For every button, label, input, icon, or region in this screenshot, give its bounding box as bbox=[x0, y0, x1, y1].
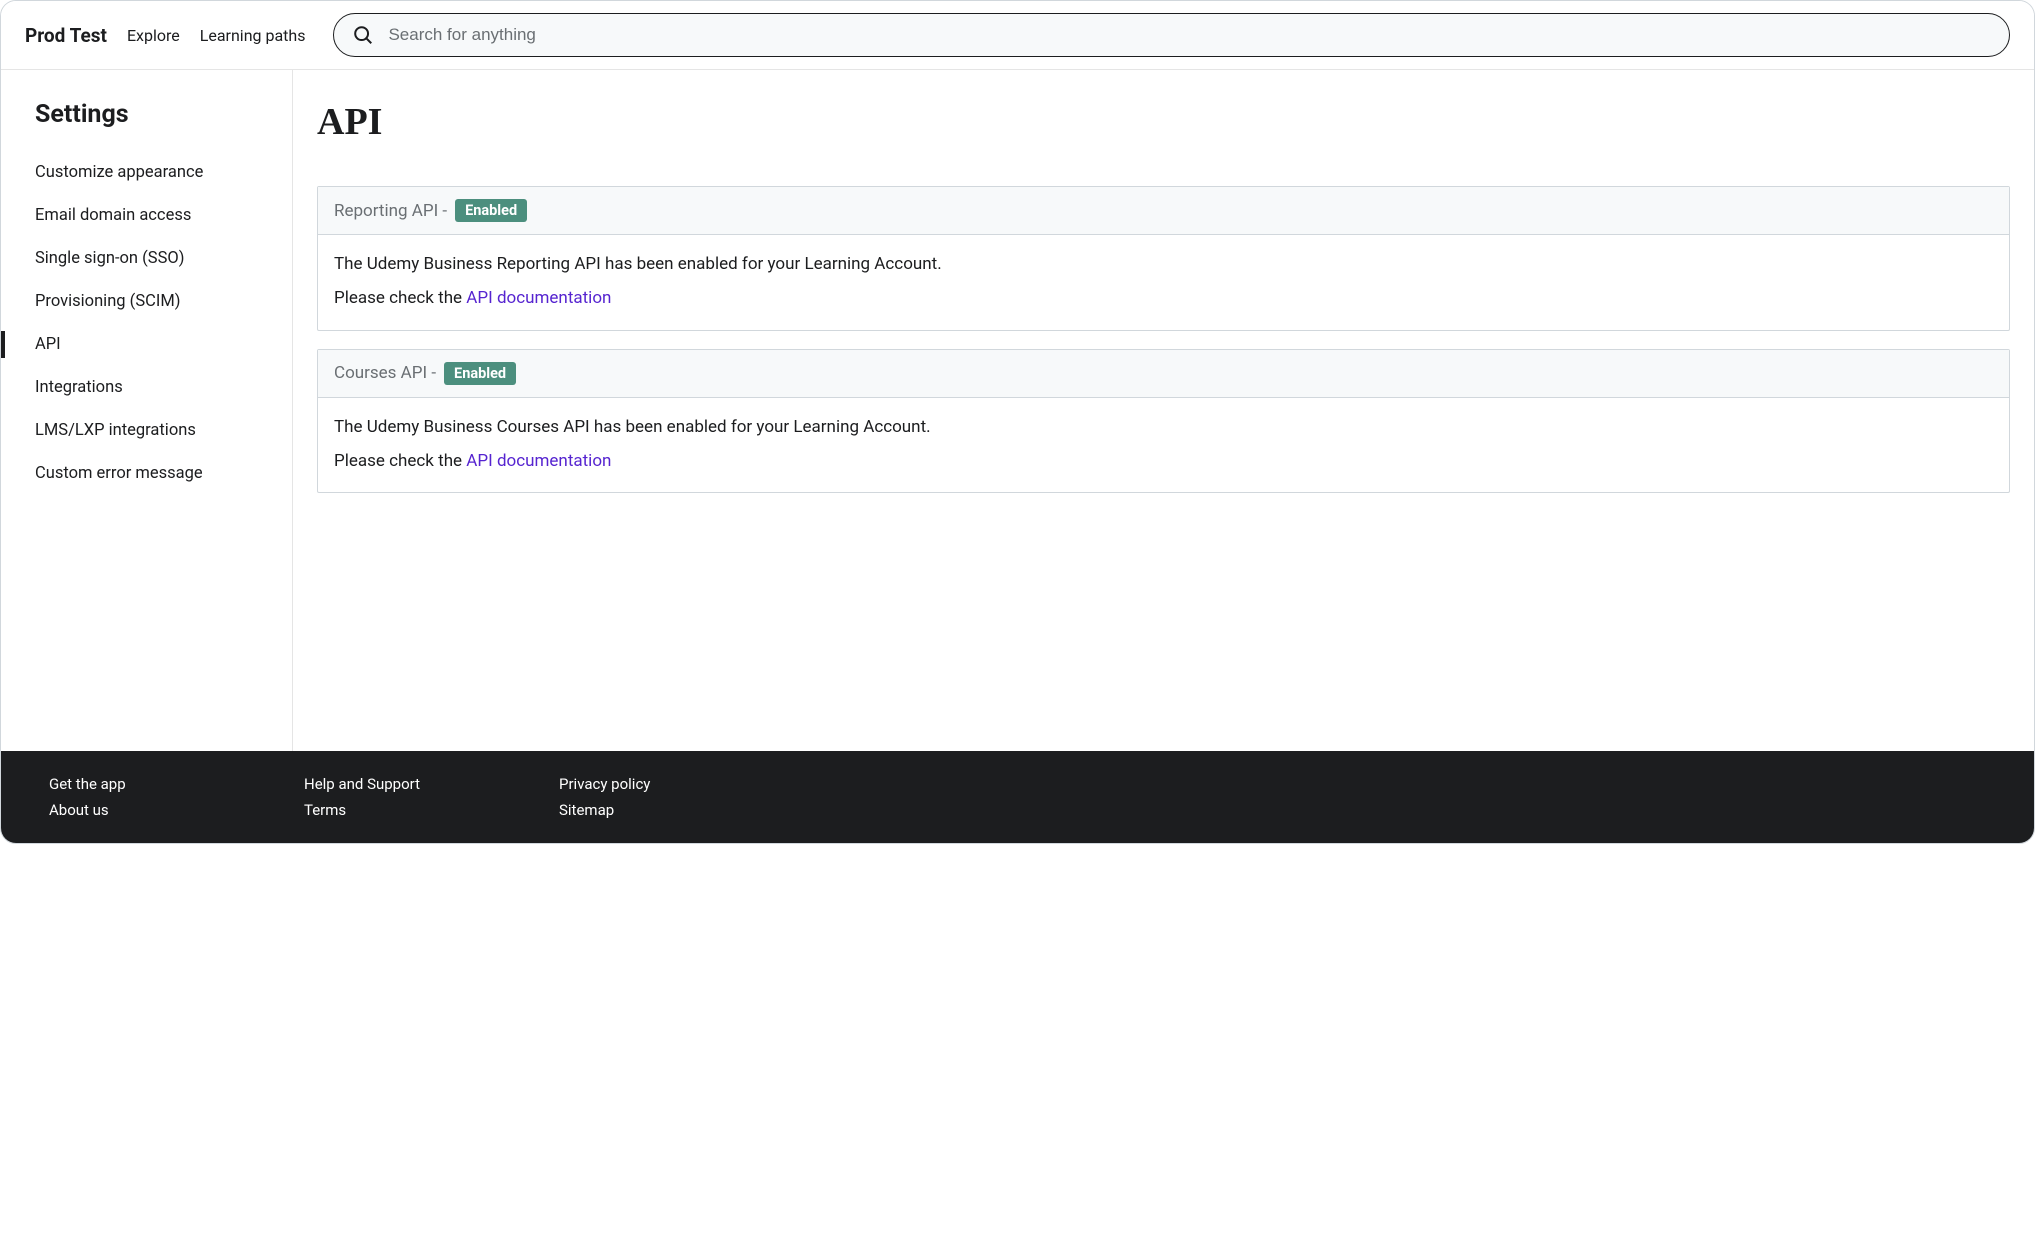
card-body-courses-api: The Udemy Business Courses API has been … bbox=[318, 398, 2009, 493]
sidebar-item-provisioning-scim[interactable]: Provisioning (SCIM) bbox=[1, 280, 292, 323]
search-icon bbox=[352, 24, 374, 46]
card-header-reporting-api: Reporting API - Enabled bbox=[318, 187, 2009, 235]
settings-sidebar: Settings Customize appearance Email doma… bbox=[1, 70, 293, 751]
status-badge: Enabled bbox=[444, 362, 516, 385]
footer-col-1: Get the app About us bbox=[49, 775, 304, 819]
sidebar-title: Settings bbox=[1, 100, 292, 151]
card-reporting-api: Reporting API - Enabled The Udemy Busine… bbox=[317, 186, 2010, 331]
search-container bbox=[333, 13, 2010, 57]
card-title-reporting-api: Reporting API - bbox=[334, 201, 447, 221]
footer: Get the app About us Help and Support Te… bbox=[1, 751, 2034, 843]
card-body-reporting-api: The Udemy Business Reporting API has bee… bbox=[318, 235, 2009, 330]
status-badge: Enabled bbox=[455, 199, 527, 222]
api-documentation-link[interactable]: API documentation bbox=[466, 288, 611, 308]
sidebar-item-api[interactable]: API bbox=[1, 323, 292, 366]
main-content: API Reporting API - Enabled The Udemy Bu… bbox=[293, 70, 2034, 751]
card-text-courses-api-line1: The Udemy Business Courses API has been … bbox=[334, 414, 1993, 440]
footer-link-help-and-support[interactable]: Help and Support bbox=[304, 775, 559, 793]
card-title-courses-api: Courses API - bbox=[334, 363, 436, 383]
card-text-reporting-api-line2: Please check the API documentation bbox=[334, 285, 1993, 311]
sidebar-item-single-sign-on[interactable]: Single sign-on (SSO) bbox=[1, 237, 292, 280]
card-header-courses-api: Courses API - Enabled bbox=[318, 350, 2009, 398]
sidebar-item-customize-appearance[interactable]: Customize appearance bbox=[1, 151, 292, 194]
footer-link-get-the-app[interactable]: Get the app bbox=[49, 775, 304, 793]
brand-logo[interactable]: Prod Test bbox=[25, 24, 107, 47]
sidebar-item-lms-lxp-integrations[interactable]: LMS/LXP integrations bbox=[1, 409, 292, 452]
footer-link-sitemap[interactable]: Sitemap bbox=[559, 801, 814, 819]
card-text-reporting-api-line1: The Udemy Business Reporting API has bee… bbox=[334, 251, 1993, 277]
footer-col-3: Privacy policy Sitemap bbox=[559, 775, 814, 819]
sidebar-item-integrations[interactable]: Integrations bbox=[1, 366, 292, 409]
search-bar[interactable] bbox=[333, 13, 2010, 57]
sidebar-item-custom-error-message[interactable]: Custom error message bbox=[1, 452, 292, 495]
search-input[interactable] bbox=[388, 25, 1991, 45]
nav-explore[interactable]: Explore bbox=[127, 26, 180, 45]
page-title: API bbox=[317, 100, 2010, 144]
card-text-courses-api-line2: Please check the API documentation bbox=[334, 448, 1993, 474]
card-courses-api: Courses API - Enabled The Udemy Business… bbox=[317, 349, 2010, 494]
nav-learning-paths[interactable]: Learning paths bbox=[200, 26, 306, 45]
footer-link-privacy-policy[interactable]: Privacy policy bbox=[559, 775, 814, 793]
api-documentation-link[interactable]: API documentation bbox=[466, 451, 611, 471]
footer-link-terms[interactable]: Terms bbox=[304, 801, 559, 819]
footer-link-about-us[interactable]: About us bbox=[49, 801, 304, 819]
footer-col-2: Help and Support Terms bbox=[304, 775, 559, 819]
sidebar-item-email-domain-access[interactable]: Email domain access bbox=[1, 194, 292, 237]
top-header: Prod Test Explore Learning paths bbox=[1, 1, 2034, 70]
